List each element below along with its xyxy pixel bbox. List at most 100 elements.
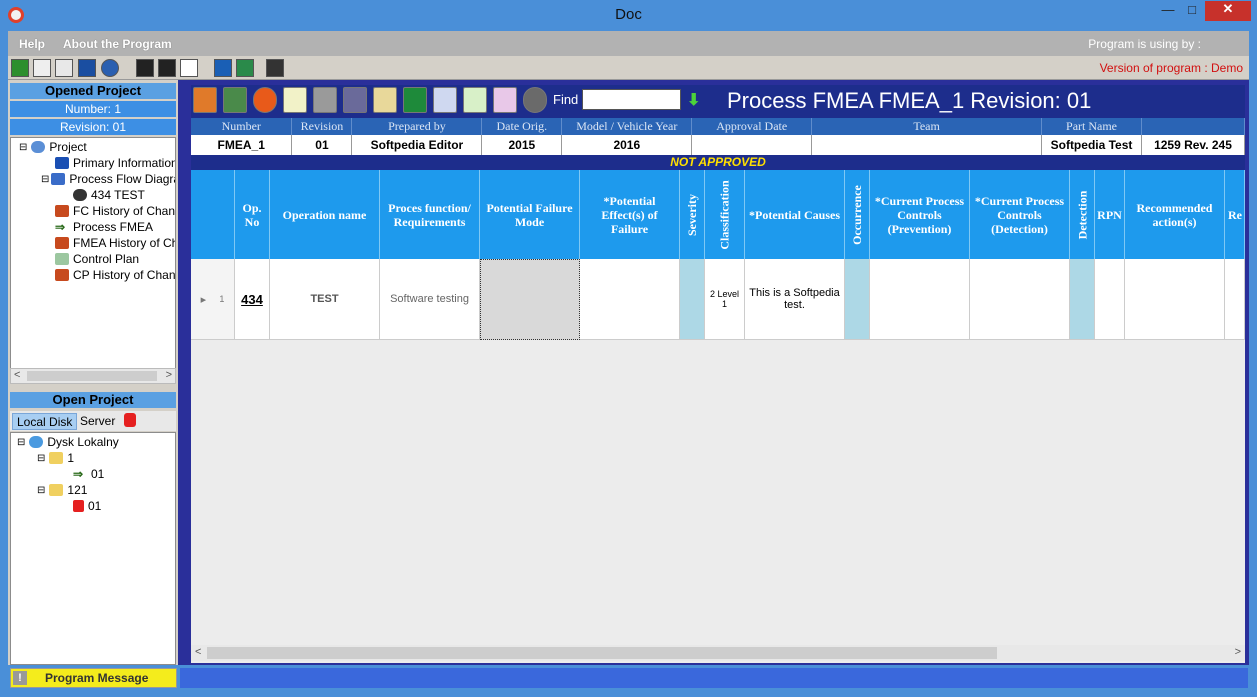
cell-causes[interactable]: This is a Softpedia test.: [745, 259, 845, 340]
globe-icon[interactable]: [101, 59, 119, 77]
grid-header-op-no[interactable]: Op. No: [235, 170, 270, 259]
cell-detection[interactable]: [1070, 259, 1095, 340]
tree-item-local-disk[interactable]: ⊟ Dysk Lokalny: [17, 435, 119, 449]
stop-icon[interactable]: [253, 87, 277, 113]
program-using-label: Program is using by :: [1088, 37, 1201, 51]
s-icon[interactable]: [433, 87, 457, 113]
grid-header-classification[interactable]: Classification: [705, 170, 745, 259]
storage-tabs: Local Disk Server: [10, 411, 176, 431]
cut-icon[interactable]: [313, 87, 337, 113]
panel-left-icon[interactable]: [214, 59, 232, 77]
grid-header-causes[interactable]: *Potential Causes: [745, 170, 845, 259]
cell-classification[interactable]: 2 Level 1: [705, 259, 745, 340]
panel-right-icon[interactable]: [236, 59, 254, 77]
find-input[interactable]: [582, 89, 681, 110]
cell-process-function[interactable]: Software testing: [380, 259, 480, 340]
grid-horizontal-scrollbar[interactable]: < >: [191, 645, 1245, 661]
find-label: Find: [553, 92, 579, 107]
menu-help[interactable]: Help: [19, 37, 45, 51]
cell-controls-detection[interactable]: [970, 259, 1070, 340]
box-icon[interactable]: [193, 87, 217, 113]
program-message[interactable]: ! Program Message: [10, 668, 177, 688]
save-icon[interactable]: [55, 59, 73, 77]
excel-icon[interactable]: [403, 87, 427, 113]
gear-icon: [73, 189, 87, 201]
tree-item-process-flow[interactable]: ⊟Process Flow Diagram: [41, 172, 175, 186]
minimize-button[interactable]: —: [1161, 2, 1175, 22]
tree-item-fc-history[interactable]: FC History of Change: [55, 204, 175, 218]
copy-icon[interactable]: [343, 87, 367, 113]
menu-about[interactable]: About the Program: [63, 37, 172, 51]
project-tree-scrollbar[interactable]: < >: [10, 368, 176, 384]
cell-recommended[interactable]: [1125, 259, 1225, 340]
cell-rpn[interactable]: [1095, 259, 1125, 340]
info-value[interactable]: 2015: [481, 135, 563, 156]
new-document-icon[interactable]: [283, 87, 307, 113]
info-value[interactable]: Softpedia Test: [1041, 135, 1142, 156]
grid-header-process-function[interactable]: Proces function/ Requirements: [380, 170, 480, 259]
tree-item-locked-01[interactable]: 01: [73, 499, 101, 513]
report-r-icon[interactable]: [136, 59, 154, 77]
checkbox-icon[interactable]: [180, 59, 198, 77]
history-icon: [55, 205, 69, 217]
tree-item-process-fmea[interactable]: ⇒ Process FMEA: [55, 220, 153, 234]
settings-icon[interactable]: [78, 59, 96, 77]
d-icon[interactable]: [493, 87, 517, 113]
info-value[interactable]: Softpedia Editor: [351, 135, 483, 156]
tab-local-disk[interactable]: Local Disk: [12, 413, 78, 430]
info-header: Team: [811, 118, 1043, 135]
arrow-right-icon: ⇒: [55, 220, 66, 234]
cell-failure-mode[interactable]: [480, 259, 580, 340]
project-tree: ⊟ Project Primary Information ⊟ Process Fl…: [10, 137, 176, 384]
grid-header-rpn[interactable]: RPN: [1095, 170, 1125, 259]
cell-occurrence[interactable]: [845, 259, 870, 340]
grid-header-effects[interactable]: *Potential Effect(s) of Failure: [580, 170, 680, 259]
info-value[interactable]: 2016: [561, 135, 693, 156]
tree-item-control-plan[interactable]: Control Plan: [55, 252, 139, 266]
cell-operation-name[interactable]: TEST: [270, 259, 380, 340]
table-icon: [55, 253, 69, 265]
close-button[interactable]: ✕: [1205, 1, 1251, 21]
cell-effects[interactable]: [580, 259, 680, 340]
grid-header-extra[interactable]: Re: [1225, 170, 1245, 259]
tree-item-project[interactable]: ⊟ Project: [19, 140, 87, 154]
cell-op-no[interactable]: 434: [235, 259, 270, 340]
cell-extra[interactable]: [1225, 259, 1245, 340]
chart-icon[interactable]: [223, 87, 247, 113]
info-value[interactable]: [691, 135, 813, 156]
tree-item-revision-01[interactable]: ⇒ 01: [73, 467, 104, 481]
info-value[interactable]: [811, 135, 1043, 156]
info-value[interactable]: 1259 Rev. 245: [1141, 135, 1246, 156]
cell-severity[interactable]: [680, 259, 705, 340]
tree-item-cp-history[interactable]: CP History of Change: [55, 268, 175, 282]
report-s-icon[interactable]: [158, 59, 176, 77]
arrow-down-icon[interactable]: ⬇: [687, 90, 700, 110]
cell-controls-prevention[interactable]: [870, 259, 970, 340]
tree-item-434-test[interactable]: 434 TEST: [73, 188, 145, 202]
back-icon[interactable]: [11, 59, 29, 77]
o-icon[interactable]: [463, 87, 487, 113]
tree-item-folder-1[interactable]: ⊟ 1: [37, 451, 74, 465]
tab-server[interactable]: Server: [76, 413, 119, 430]
edit-icon[interactable]: [373, 87, 397, 113]
grid-header-controls-prevention[interactable]: *Current Process Controls (Prevention): [870, 170, 970, 259]
refresh-icon[interactable]: [523, 87, 547, 113]
restore-button[interactable]: □: [1185, 2, 1199, 22]
grid-header-operation-name[interactable]: Operation name: [270, 170, 380, 259]
grid-header-occurrence[interactable]: Occurrence: [845, 170, 870, 259]
table-row-selector[interactable]: ▸ 1: [191, 259, 235, 340]
tree-item-primary-info[interactable]: Primary Information: [55, 156, 175, 170]
info-value[interactable]: FMEA_1: [191, 135, 293, 156]
grid-header-recommended[interactable]: Recommended action(s): [1125, 170, 1225, 259]
grid-header-detection[interactable]: Detection: [1070, 170, 1095, 259]
info-value[interactable]: 01: [291, 135, 353, 156]
grid-header-controls-detection[interactable]: *Current Process Controls (Detection): [970, 170, 1070, 259]
tree-item-folder-121[interactable]: ⊟ 121: [37, 483, 87, 497]
window-icon[interactable]: [33, 59, 51, 77]
grid-header-severity[interactable]: Severity: [680, 170, 705, 259]
opened-project-header: Opened Project: [10, 83, 176, 99]
version-label: Version of program : Demo: [1099, 61, 1243, 75]
tree-item-fmea-history[interactable]: FMEA History of Chan: [55, 236, 175, 250]
fullscreen-icon[interactable]: [266, 59, 284, 77]
grid-header-failure-mode[interactable]: Potential Failure Mode: [480, 170, 580, 259]
